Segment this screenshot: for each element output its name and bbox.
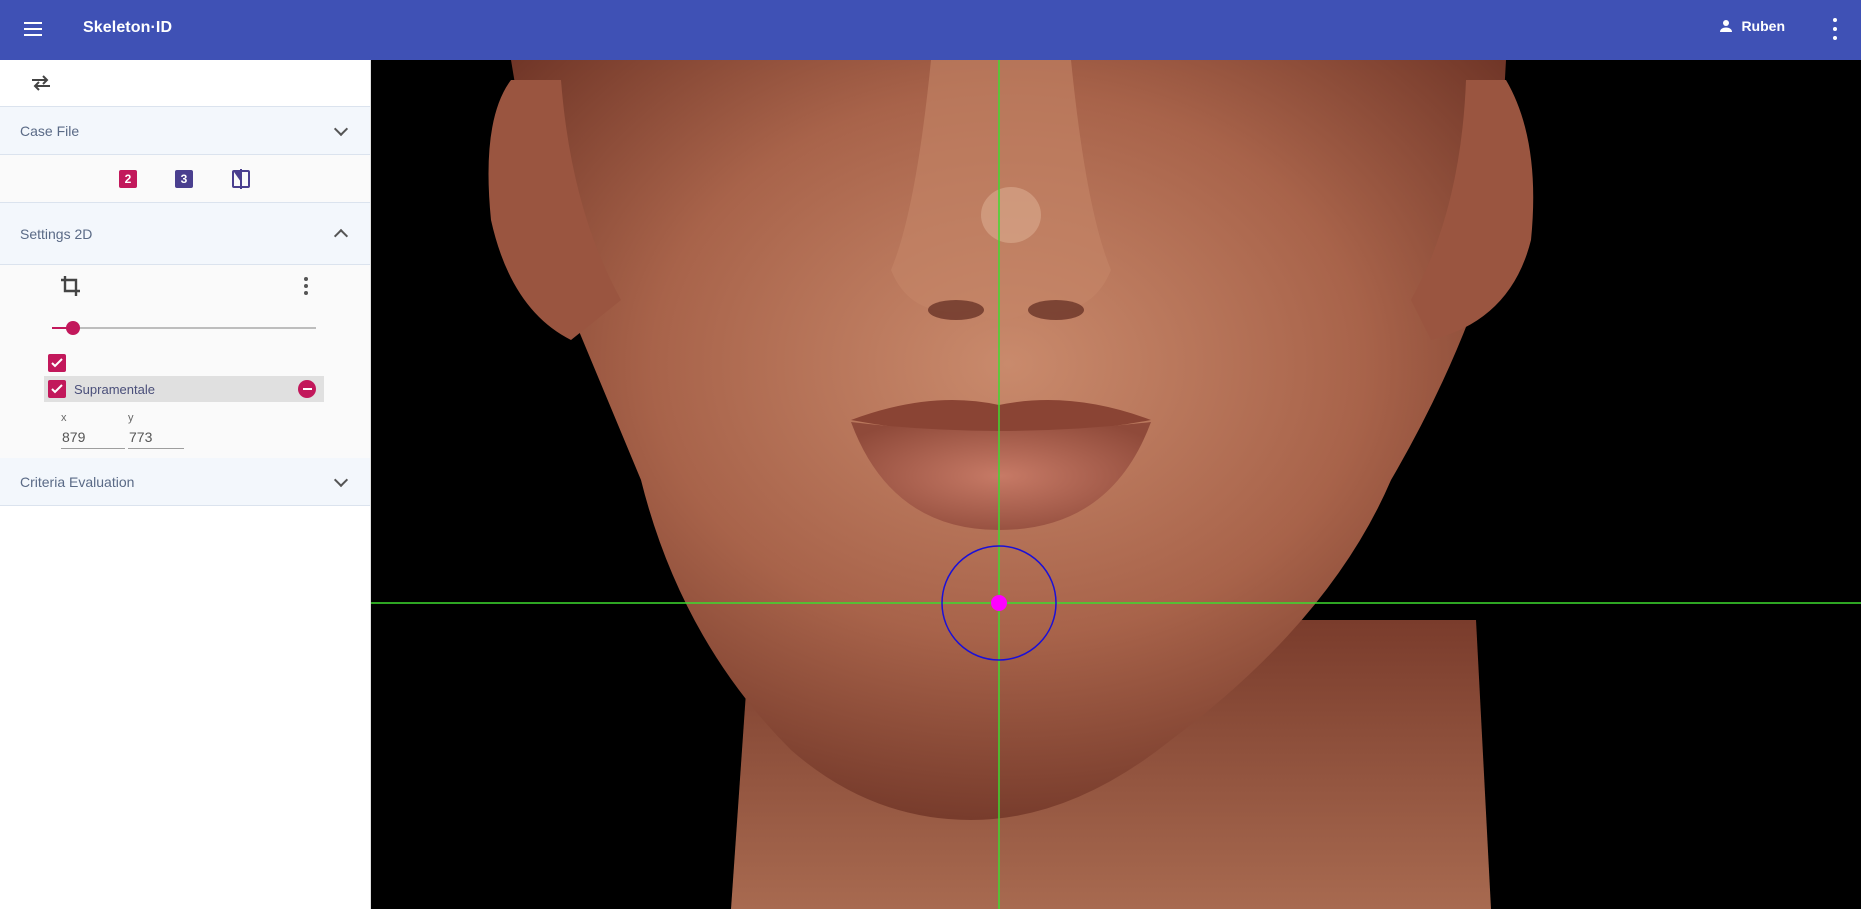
settings-2d-header[interactable]: Settings 2D	[0, 203, 370, 265]
mode-2d-button[interactable]: 2	[119, 169, 137, 188]
swap-row	[0, 60, 370, 107]
case-file-header[interactable]: Case File	[0, 107, 370, 155]
select-all-checkbox[interactable]	[48, 354, 66, 372]
settings-2d-panel: Supramentale x y	[0, 265, 370, 458]
mode-selector: 2 3	[0, 155, 370, 203]
x-coordinate-input[interactable]	[61, 425, 125, 449]
swap-horiz-icon[interactable]	[30, 74, 52, 92]
nose-highlight	[981, 187, 1041, 243]
right-nostril	[1028, 300, 1084, 320]
x-label: x	[61, 412, 67, 424]
app-title: Skeleton·ID	[83, 19, 173, 36]
landmark-marker[interactable]	[991, 595, 1007, 611]
left-nostril	[928, 300, 984, 320]
settings-2d-label: Settings 2D	[20, 225, 93, 242]
sidebar: Case File 2 3 Settings 2D Supramentale x…	[0, 60, 371, 909]
user-name: Ruben	[1741, 18, 1785, 34]
check-icon	[51, 358, 63, 368]
compare-icon[interactable]	[231, 168, 251, 189]
chevron-down-icon	[333, 121, 349, 136]
landmark-row[interactable]: Supramentale	[44, 376, 324, 402]
mode-3d-button[interactable]: 3	[175, 169, 193, 188]
slider-track	[52, 327, 316, 329]
y-label: y	[128, 412, 134, 424]
crop-icon[interactable]	[60, 275, 82, 297]
landmark-checkbox[interactable]	[48, 380, 66, 398]
case-file-label: Case File	[20, 122, 80, 139]
landmark-name: Supramentale	[74, 381, 155, 397]
chevron-down-icon	[333, 472, 349, 487]
image-viewer[interactable]	[371, 60, 1861, 909]
opacity-slider[interactable]	[52, 321, 316, 335]
remove-landmark-icon[interactable]	[298, 380, 316, 398]
face-image	[371, 60, 1861, 909]
menu-icon[interactable]	[20, 16, 46, 42]
more-vert-icon[interactable]	[1831, 18, 1839, 40]
chevron-up-icon	[333, 228, 349, 243]
app-bar: Skeleton·ID Ruben	[0, 0, 1861, 60]
y-coordinate-input[interactable]	[128, 425, 184, 449]
criteria-evaluation-label: Criteria Evaluation	[20, 473, 135, 490]
check-icon	[51, 384, 63, 394]
settings-more-icon[interactable]	[302, 277, 310, 295]
person-icon	[1720, 20, 1733, 32]
user-menu[interactable]: Ruben	[1717, 17, 1785, 35]
criteria-evaluation-header[interactable]: Criteria Evaluation	[0, 458, 370, 506]
slider-thumb[interactable]	[66, 321, 81, 335]
